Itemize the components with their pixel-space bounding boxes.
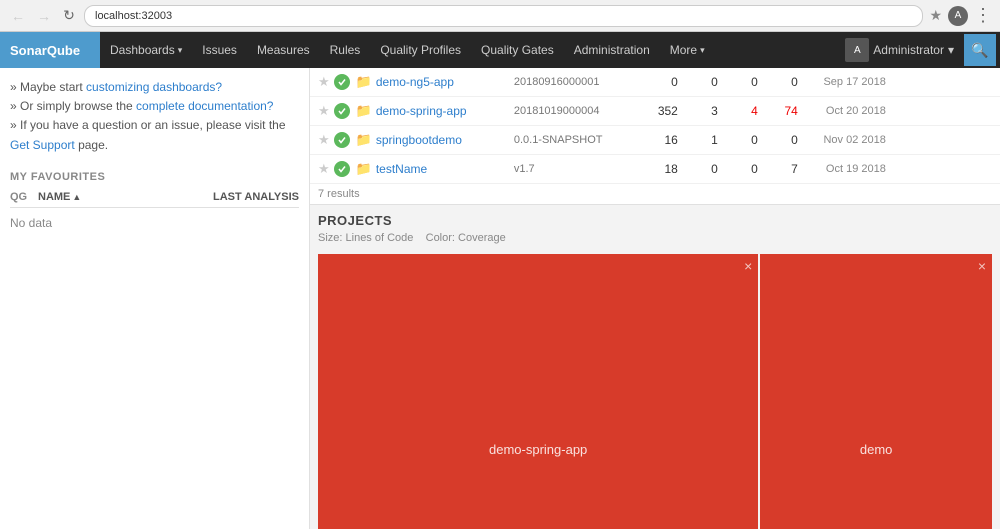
metric-3: 0 (726, 162, 766, 176)
project-name-link[interactable]: springbootdemo (376, 133, 506, 147)
projects-section: PROJECTS Size: Lines of Code Color: Cove… (310, 205, 1000, 254)
nav-administration[interactable]: Administration (564, 32, 660, 68)
quality-gate-icon (334, 74, 350, 90)
project-version: 0.0.1-SNAPSHOT (506, 134, 646, 146)
sort-arrow-icon[interactable]: ▲ (72, 192, 81, 202)
nav-items: Dashboards ▾ Issues Measures Rules Quali… (100, 32, 837, 68)
metric-4: 0 (766, 133, 806, 147)
sidebar: » Maybe start customizing dashboards? » … (0, 68, 310, 529)
browser-menu-button[interactable]: ⋮ (974, 5, 992, 26)
project-name-link[interactable]: testName (376, 162, 506, 176)
reload-button[interactable]: ↻ (60, 7, 78, 25)
browser-user-icon: A (948, 6, 968, 26)
nav-quality-profiles[interactable]: Quality Profiles (370, 32, 471, 68)
col-last-header: LAST ANALYSIS (213, 191, 299, 203)
metric-1: 0 (646, 75, 686, 89)
nav-quality-gates[interactable]: Quality Gates (471, 32, 564, 68)
col-name-header: NAME ▲ (38, 191, 209, 203)
metric-2: 0 (686, 162, 726, 176)
project-version: 20181019000004 (506, 105, 646, 117)
treemap-right-label: demo (860, 442, 893, 457)
quality-gate-icon (334, 132, 350, 148)
project-date: Oct 19 2018 (806, 163, 886, 175)
close-icon[interactable]: × (978, 258, 986, 274)
url-text: localhost:32003 (95, 10, 172, 22)
col-qg-header: QG (10, 191, 34, 203)
star-icon[interactable]: ★ (318, 132, 330, 148)
nav-issues[interactable]: Issues (192, 32, 247, 68)
my-favourites-section: MY FAVOURITES QG NAME ▲ LAST ANALYSIS No… (10, 171, 299, 234)
customize-dashboards-link[interactable]: customizing dashboards? (86, 80, 222, 94)
documentation-link[interactable]: complete documentation? (136, 99, 273, 113)
nav-right: A Administrator ▾ 🔍 (837, 34, 1000, 66)
star-icon[interactable]: ★ (318, 103, 330, 119)
project-name-link[interactable]: demo-ng5-app (376, 75, 506, 89)
chevron-down-icon: ▾ (948, 43, 954, 57)
my-favourites-title: MY FAVOURITES (10, 171, 299, 183)
nav-more[interactable]: More ▾ (660, 32, 715, 68)
content-area: ★ 📁 demo-ng5-app 20180916000001 0 0 0 0 … (310, 68, 1000, 529)
get-support-link[interactable]: Get Support (10, 138, 75, 152)
main-layout: » Maybe start customizing dashboards? » … (0, 68, 1000, 529)
treemap-container: × demo-spring-app × demo (318, 254, 992, 529)
avatar: A (845, 38, 869, 62)
metric-4: 0 (766, 75, 806, 89)
project-version: 20180916000001 (506, 76, 646, 88)
nav-dashboards[interactable]: Dashboards ▾ (100, 32, 192, 68)
back-button[interactable]: ← (8, 6, 28, 26)
address-bar[interactable]: localhost:32003 (84, 5, 923, 27)
quality-gate-icon (334, 161, 350, 177)
quality-gate-icon (334, 103, 350, 119)
star-icon[interactable]: ★ (318, 161, 330, 177)
table-row: ★ 📁 demo-ng5-app 20180916000001 0 0 0 0 … (310, 68, 1000, 97)
project-name-link[interactable]: demo-spring-app (376, 104, 506, 118)
sidebar-tips: » Maybe start customizing dashboards? » … (10, 78, 299, 155)
metric-1: 352 (646, 104, 686, 118)
metric-2: 3 (686, 104, 726, 118)
metric-1: 18 (646, 162, 686, 176)
project-icon: 📁 (356, 132, 372, 148)
section-title: PROJECTS (318, 213, 992, 228)
project-date: Nov 02 2018 (806, 134, 886, 146)
forward-button[interactable]: → (34, 6, 54, 26)
table-row: ★ 📁 demo-spring-app 20181019000004 352 3… (310, 97, 1000, 126)
project-version: v1.7 (506, 163, 646, 175)
no-data-label: No data (10, 212, 299, 234)
project-icon: 📁 (356, 103, 372, 119)
project-date: Oct 20 2018 (806, 105, 886, 117)
size-color-label: Size: Lines of Code Color: Coverage (318, 232, 992, 244)
bookmark-icon[interactable]: ★ (929, 7, 942, 24)
metric-1: 16 (646, 133, 686, 147)
search-button[interactable]: 🔍 (964, 34, 996, 66)
chevron-down-icon: ▾ (700, 45, 705, 56)
metric-3: 0 (726, 75, 766, 89)
treemap-right-block[interactable]: × demo (760, 254, 992, 529)
projects-list: ★ 📁 demo-ng5-app 20180916000001 0 0 0 0 … (310, 68, 1000, 205)
metric-3: 4 (726, 104, 766, 118)
results-count: 7 results (310, 184, 1000, 205)
star-icon[interactable]: ★ (318, 74, 330, 90)
metric-4: 74 (766, 104, 806, 118)
table-row: ★ 📁 testName v1.7 18 0 0 7 Oct 19 2018 (310, 155, 1000, 184)
metric-4: 7 (766, 162, 806, 176)
nav-measures[interactable]: Measures (247, 32, 320, 68)
metric-3: 0 (726, 133, 766, 147)
close-icon[interactable]: × (744, 258, 752, 274)
treemap-left-block[interactable]: × demo-spring-app (318, 254, 758, 529)
metric-2: 1 (686, 133, 726, 147)
table-row: ★ 📁 springbootdemo 0.0.1-SNAPSHOT 16 1 0… (310, 126, 1000, 155)
search-icon: 🔍 (971, 42, 988, 59)
treemap-left-label: demo-spring-app (489, 442, 587, 457)
sonarqube-logo[interactable]: SonarQube (0, 32, 100, 68)
favourites-header: QG NAME ▲ LAST ANALYSIS (10, 191, 299, 208)
project-icon: 📁 (356, 161, 372, 177)
project-date: Sep 17 2018 (806, 76, 886, 88)
nav-rules[interactable]: Rules (320, 32, 371, 68)
metric-2: 0 (686, 75, 726, 89)
browser-bar: ← → ↻ localhost:32003 ★ A ⋮ (0, 0, 1000, 32)
project-icon: 📁 (356, 74, 372, 90)
chevron-down-icon: ▾ (178, 45, 183, 56)
top-nav: SonarQube Dashboards ▾ Issues Measures R… (0, 32, 1000, 68)
admin-menu-button[interactable]: A Administrator ▾ (837, 34, 962, 66)
